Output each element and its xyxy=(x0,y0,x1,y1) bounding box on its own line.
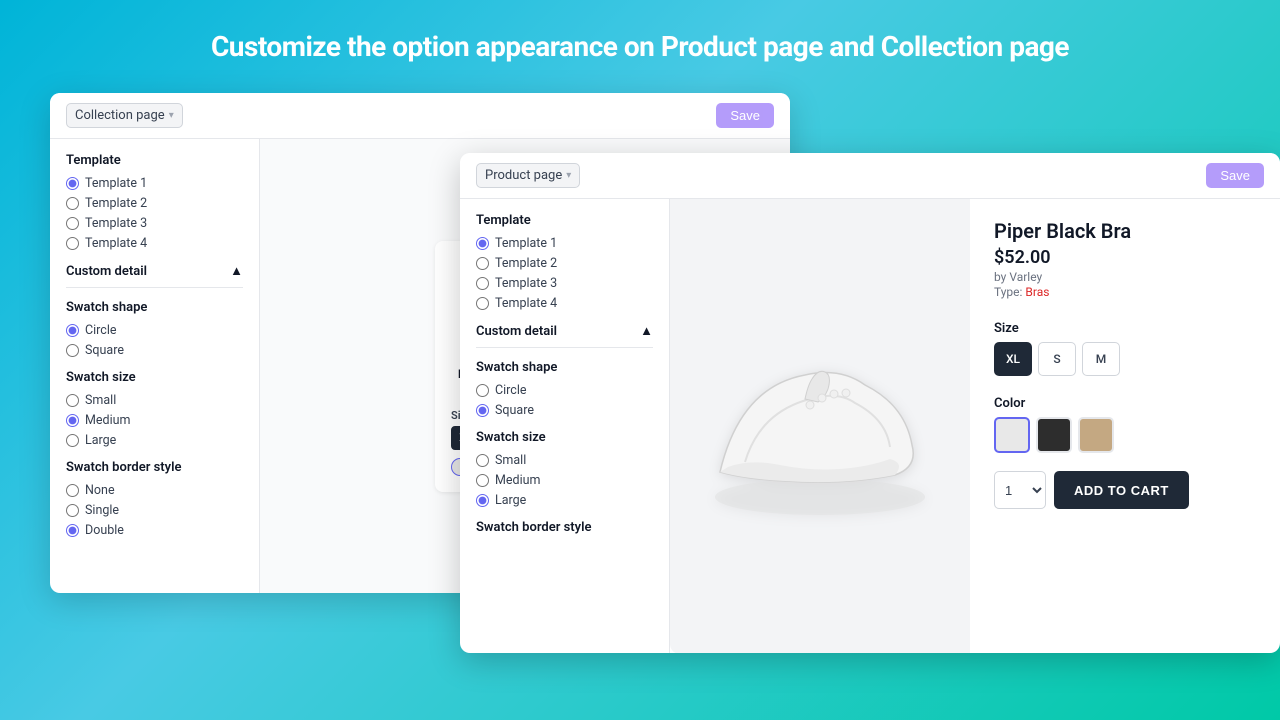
collection-size-large[interactable]: Large xyxy=(66,433,243,448)
product-swatch-white[interactable] xyxy=(994,417,1030,453)
product-swatch-tan[interactable] xyxy=(1078,417,1114,453)
collection-border-single[interactable]: Single xyxy=(66,503,243,518)
product-template-4[interactable]: Template 4 xyxy=(476,296,653,311)
product-swatch-black[interactable] xyxy=(1036,417,1072,453)
custom-detail-section[interactable]: Custom detail ▲ xyxy=(66,263,243,279)
product-page-dropdown[interactable]: Product page ▾ xyxy=(476,163,580,188)
collection-shape-circle[interactable]: Circle xyxy=(66,323,243,338)
product-size-small[interactable]: Small xyxy=(476,453,653,468)
product-custom-detail-section[interactable]: Custom detail ▲ xyxy=(476,323,653,339)
product-size-btn-s[interactable]: S xyxy=(1038,342,1076,376)
product-panel: Product page ▾ Save Template Template 1 … xyxy=(460,153,1280,653)
product-template-title: Template xyxy=(476,213,653,228)
product-size-large[interactable]: Large xyxy=(476,493,653,508)
chevron-up-icon: ▲ xyxy=(640,323,653,339)
product-type: Type: Bras xyxy=(994,285,1256,299)
chevron-up-icon: ▲ xyxy=(230,263,243,279)
collection-size-medium[interactable]: Medium xyxy=(66,413,243,428)
product-name: Piper Black Bra xyxy=(994,219,1256,243)
chevron-down-icon: ▾ xyxy=(169,110,174,121)
product-save-button[interactable]: Save xyxy=(1206,163,1264,188)
collection-sidebar: Template Template 1 Template 2 Template … xyxy=(50,139,260,593)
product-template-3[interactable]: Template 3 xyxy=(476,276,653,291)
product-size-btn-xl[interactable]: XL xyxy=(994,342,1032,376)
add-to-cart-button[interactable]: ADD TO CART xyxy=(1054,471,1189,509)
chevron-down-icon: ▾ xyxy=(566,170,571,181)
product-size-btn-m[interactable]: M xyxy=(1082,342,1120,376)
product-size-label: Size xyxy=(994,321,1256,336)
product-panel-header: Product page ▾ Save xyxy=(460,153,1280,199)
collection-template-3[interactable]: Template 3 xyxy=(66,216,243,231)
page-title: Customize the option appearance on Produ… xyxy=(211,30,1069,63)
product-template-2[interactable]: Template 2 xyxy=(476,256,653,271)
product-template-1[interactable]: Template 1 xyxy=(476,236,653,251)
collection-save-button[interactable]: Save xyxy=(716,103,774,128)
swatch-size-section-title: Swatch size xyxy=(66,370,243,385)
product-type-link[interactable]: Bras xyxy=(1025,285,1049,299)
add-to-cart-row: 1 2 3 ADD TO CART xyxy=(994,471,1256,509)
collection-dropdown-label: Collection page xyxy=(75,108,165,123)
collection-template-1[interactable]: Template 1 xyxy=(66,176,243,191)
product-shape-square[interactable]: Square xyxy=(476,403,653,418)
panels-container: Collection page ▾ Save Template Template… xyxy=(50,93,1230,653)
collection-template-2[interactable]: Template 2 xyxy=(66,196,243,211)
collection-template-4[interactable]: Template 4 xyxy=(66,236,243,251)
product-detail-area: Piper Black Bra $52.00 by Varley Type: B… xyxy=(970,199,1280,653)
product-color-label: Color xyxy=(994,396,1256,411)
collection-border-double[interactable]: Double xyxy=(66,523,243,538)
template-section-title: Template xyxy=(66,153,243,168)
product-swatch-size-title: Swatch size xyxy=(476,430,653,445)
product-sidebar: Template Template 1 Template 2 Template … xyxy=(460,199,670,653)
product-brand: by Varley xyxy=(994,270,1256,284)
collection-shape-square[interactable]: Square xyxy=(66,343,243,358)
swatch-border-section-title: Swatch border style xyxy=(66,460,243,475)
collection-size-small[interactable]: Small xyxy=(66,393,243,408)
product-panel-body: Template Template 1 Template 2 Template … xyxy=(460,199,1280,653)
collection-border-none[interactable]: None xyxy=(66,483,243,498)
product-swatch-border-title: Swatch border style xyxy=(476,520,653,535)
product-shape-circle[interactable]: Circle xyxy=(476,383,653,398)
quantity-select[interactable]: 1 2 3 xyxy=(994,471,1046,509)
collection-page-dropdown[interactable]: Collection page ▾ xyxy=(66,103,183,128)
product-size-buttons: XL S M xyxy=(994,342,1256,376)
product-image-area xyxy=(670,199,970,653)
product-dropdown-label: Product page xyxy=(485,168,562,183)
swatch-shape-section-title: Swatch shape xyxy=(66,300,243,315)
product-price: $52.00 xyxy=(994,247,1256,268)
product-color-swatches xyxy=(994,417,1256,453)
product-size-medium[interactable]: Medium xyxy=(476,473,653,488)
collection-panel-header: Collection page ▾ Save xyxy=(50,93,790,139)
product-swatch-shape-title: Swatch shape xyxy=(476,360,653,375)
